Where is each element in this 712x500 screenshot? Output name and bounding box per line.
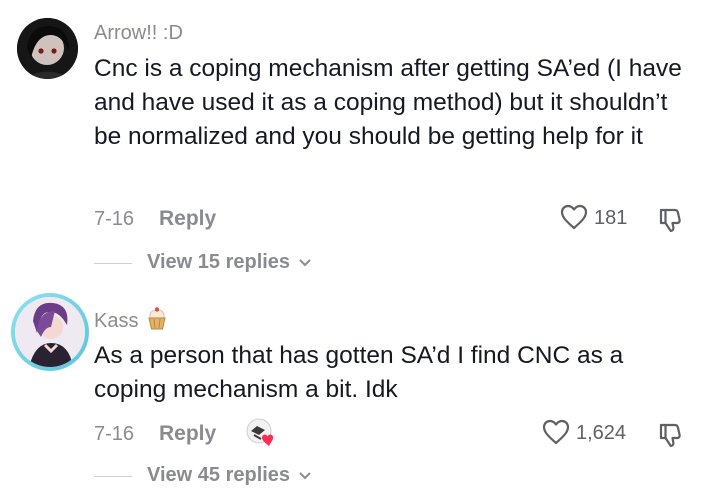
thumbs-down-outline-icon[interactable] — [656, 206, 684, 239]
cupcake-emoji-icon — [144, 305, 170, 337]
replies-divider — [94, 476, 132, 477]
view-replies-button[interactable]: View 45 replies — [147, 464, 312, 487]
comment-item: Arrow!! :D Cnc is a coping mechanism aft… — [0, 0, 712, 280]
creator-liked-avatar-icon — [245, 417, 277, 454]
comment-date: 7-16 — [94, 423, 135, 445]
chevron-down-icon — [298, 259, 311, 267]
thumbs-down-outline-icon[interactable] — [656, 421, 684, 454]
comment-text: Cnc is a coping mechanism after getting … — [94, 55, 682, 150]
like-count: 181 — [594, 207, 628, 229]
comment-username[interactable]: Arrow!! :D — [94, 22, 183, 45]
avatar[interactable] — [17, 18, 78, 79]
comment-text: As a person that has gotten SA’d I find … — [94, 342, 624, 403]
comment-item: Kass As a person that has gotten SA’d I … — [0, 280, 712, 500]
chevron-down-icon — [298, 472, 311, 480]
reply-button[interactable]: Reply — [159, 422, 216, 446]
comment-date: 7-16 — [94, 208, 135, 230]
like-count: 1,624 — [576, 422, 627, 444]
heart-outline-icon[interactable] — [560, 204, 588, 235]
replies-divider — [94, 263, 132, 264]
view-replies-label: View 15 replies — [147, 251, 291, 273]
view-replies-label: View 45 replies — [147, 464, 291, 486]
avatar[interactable] — [11, 293, 89, 371]
heart-outline-icon[interactable] — [542, 419, 570, 450]
view-replies-button[interactable]: View 15 replies — [147, 251, 312, 274]
username-label: Kass — [94, 310, 139, 332]
reply-button[interactable]: Reply — [159, 207, 216, 231]
comment-username[interactable]: Kass — [94, 305, 170, 337]
